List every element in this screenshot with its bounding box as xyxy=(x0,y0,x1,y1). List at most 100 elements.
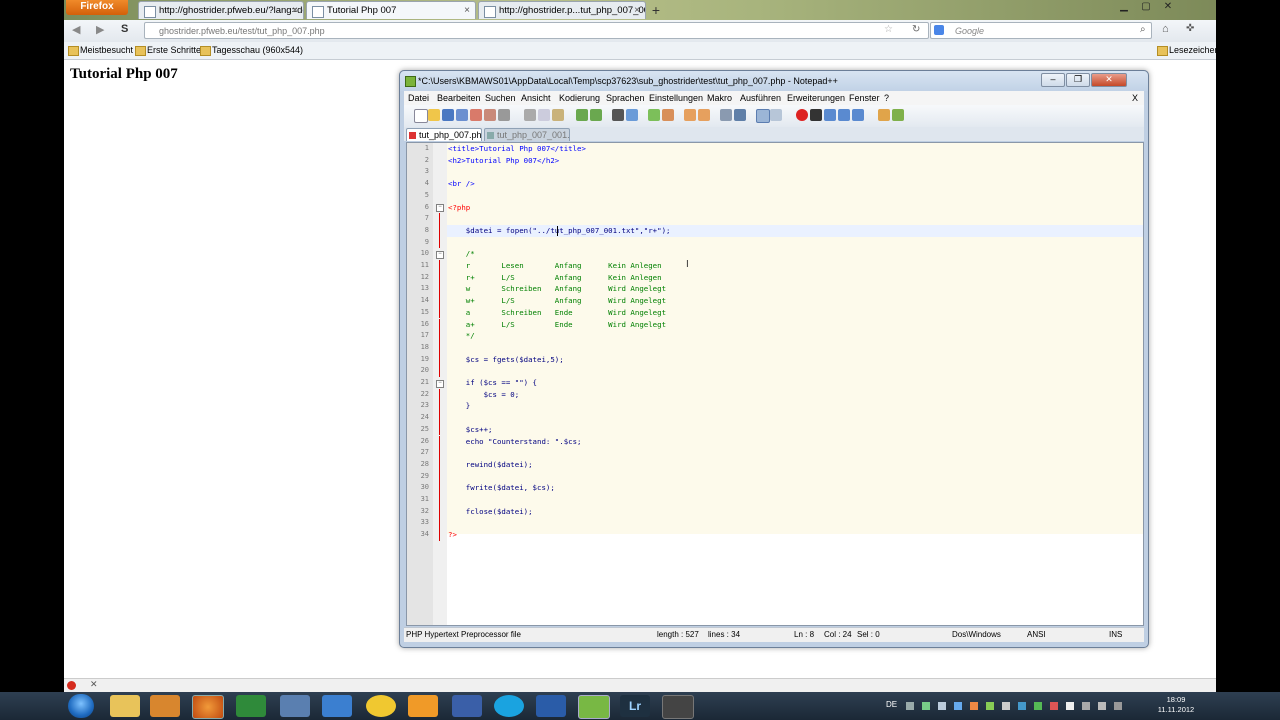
record-macro-icon[interactable] xyxy=(796,109,808,121)
redo-icon[interactable] xyxy=(590,109,602,121)
tray-icon[interactable] xyxy=(1018,702,1026,710)
sticky-app-taskbar-icon[interactable] xyxy=(366,695,396,717)
browser-tab-1[interactable]: http://ghostrider.pfweb.eu/?lang=de × xyxy=(138,1,304,19)
site-identity-icon[interactable]: S xyxy=(121,23,128,35)
lightroom-taskbar-icon[interactable]: Lr xyxy=(620,695,650,717)
doc-tab-php[interactable]: tut_php_007.php xyxy=(406,128,482,141)
menu-edit[interactable]: Bearbeiten xyxy=(437,91,481,105)
save-icon[interactable] xyxy=(442,109,454,121)
close-document-icon[interactable]: X xyxy=(1132,91,1138,105)
doc-tab-txt[interactable]: tut_php_007_001.txt xyxy=(484,128,570,141)
back-arrow-icon[interactable]: ◀ xyxy=(72,23,80,36)
menu-settings[interactable]: Einstellungen xyxy=(649,91,703,105)
menu-search[interactable]: Suchen xyxy=(485,91,516,105)
link-app-taskbar-icon[interactable] xyxy=(452,695,482,717)
stop-macro-icon[interactable] xyxy=(810,109,822,121)
word-wrap-icon[interactable] xyxy=(720,109,732,121)
close-icon[interactable]: ✕ xyxy=(90,679,98,690)
browser-tab-3[interactable]: http://ghostrider.p...tut_php_007_001.tx… xyxy=(478,1,646,19)
minimize-icon[interactable]: – xyxy=(1041,73,1065,87)
menu-file[interactable]: Datei xyxy=(408,91,429,105)
tray-icon[interactable] xyxy=(1114,702,1122,710)
network-icon[interactable] xyxy=(1066,702,1074,710)
print-icon[interactable] xyxy=(498,109,510,121)
notepadpp-taskbar-icon[interactable] xyxy=(578,695,610,719)
tray-icon[interactable] xyxy=(986,702,994,710)
menu-language[interactable]: Sprachen xyxy=(606,91,645,105)
menu-plugins[interactable]: Erweiterungen xyxy=(787,91,845,105)
fold-toggle-icon[interactable]: − xyxy=(436,379,444,388)
new-file-icon[interactable] xyxy=(414,109,428,123)
minimize-icon[interactable]: ▁ xyxy=(1114,0,1134,16)
menu-run[interactable]: Ausführen xyxy=(740,91,781,105)
app-taskbar-icon[interactable] xyxy=(322,695,352,717)
show-all-chars-icon[interactable] xyxy=(734,109,746,121)
skype-taskbar-icon[interactable] xyxy=(494,695,524,717)
play-macro-icon[interactable] xyxy=(824,109,836,121)
new-tab-button[interactable]: + xyxy=(648,2,664,18)
close-tab-icon[interactable]: × xyxy=(464,2,470,19)
fold-toggle-icon[interactable]: − xyxy=(436,250,444,259)
undo-icon[interactable] xyxy=(576,109,588,121)
addons-icon[interactable]: ✜ xyxy=(1186,23,1194,34)
sync-scroll-h-icon[interactable] xyxy=(698,109,710,121)
close-window-icon[interactable]: ✕ xyxy=(1158,0,1178,16)
save-all-icon[interactable] xyxy=(456,109,468,121)
close-all-icon[interactable] xyxy=(484,109,496,121)
search-icon[interactable]: ⌕ xyxy=(1140,24,1146,35)
close-tab-icon[interactable]: × xyxy=(292,2,298,19)
sync-scroll-icon[interactable] xyxy=(684,109,696,121)
browser-tab-2[interactable]: Tutorial Php 007 × xyxy=(306,1,476,19)
media-player-taskbar-icon[interactable] xyxy=(150,695,180,717)
replace-icon[interactable] xyxy=(626,109,638,121)
search-input[interactable]: Google xyxy=(930,22,1152,39)
zoom-out-icon[interactable] xyxy=(662,109,674,121)
menu-macro[interactable]: Makro xyxy=(707,91,732,105)
tray-icon[interactable] xyxy=(922,702,930,710)
power-icon[interactable] xyxy=(1098,702,1106,710)
menu-help[interactable]: ? xyxy=(884,91,889,105)
open-file-icon[interactable] xyxy=(428,109,440,121)
bookmark-star-icon[interactable]: ☆ xyxy=(884,24,893,35)
code-editor[interactable]: 1 <title>Tutorial Php 007</title> 2 <h2>Tut… xyxy=(406,142,1144,626)
bookmarks-menu[interactable]: Lesezeichen xyxy=(1157,42,1220,59)
home-icon[interactable]: ⌂ xyxy=(1162,23,1169,35)
fold-toggle-icon[interactable]: − xyxy=(436,204,444,212)
reload-icon[interactable]: ↻ xyxy=(912,24,920,35)
doc-map-icon[interactable] xyxy=(770,109,782,121)
paste-icon[interactable] xyxy=(552,109,564,121)
app-taskbar-icon-2[interactable] xyxy=(662,695,694,719)
url-input[interactable]: ghostrider.pfweb.eu/test/tut_php_007.php xyxy=(144,22,929,39)
plugin-icon[interactable] xyxy=(878,109,890,121)
tray-icon[interactable] xyxy=(1034,702,1042,710)
tray-icon[interactable] xyxy=(906,702,914,710)
addon-icon[interactable] xyxy=(67,681,76,690)
folder-taskbar-icon[interactable] xyxy=(408,695,438,717)
tray-icon[interactable] xyxy=(938,702,946,710)
close-window-icon[interactable]: ✕ xyxy=(1091,73,1127,87)
close-icon[interactable] xyxy=(470,109,482,121)
google-icon[interactable] xyxy=(934,25,944,35)
menu-view[interactable]: Ansicht xyxy=(521,91,551,105)
tray-icon[interactable] xyxy=(1050,702,1058,710)
close-tab-icon[interactable]: × xyxy=(634,2,640,19)
start-button[interactable] xyxy=(68,694,94,718)
find-icon[interactable] xyxy=(612,109,624,121)
tray-icon[interactable] xyxy=(970,702,978,710)
copy-icon[interactable] xyxy=(538,109,550,121)
network-taskbar-icon[interactable] xyxy=(280,695,310,717)
maximize-icon[interactable]: ▢ xyxy=(1136,0,1156,16)
menu-window[interactable]: Fenster xyxy=(849,91,880,105)
indent-guide-icon[interactable] xyxy=(756,109,770,123)
firefox-menu-button[interactable]: Firefox xyxy=(66,0,128,15)
language-indicator[interactable]: DE xyxy=(886,700,897,709)
run-macro-multiple-icon[interactable] xyxy=(838,109,850,121)
bookmark-most-visited[interactable]: Meistbesucht xyxy=(68,42,133,59)
spellcheck-icon[interactable] xyxy=(892,109,904,121)
forward-arrow-icon[interactable]: ▶ xyxy=(96,23,104,36)
excel-taskbar-icon[interactable] xyxy=(236,695,266,717)
save-macro-icon[interactable] xyxy=(852,109,864,121)
firefox-taskbar-icon[interactable] xyxy=(192,695,224,719)
cut-icon[interactable] xyxy=(524,109,536,121)
bookmark-tagesschau[interactable]: Tagesschau (960x544) xyxy=(200,42,303,59)
